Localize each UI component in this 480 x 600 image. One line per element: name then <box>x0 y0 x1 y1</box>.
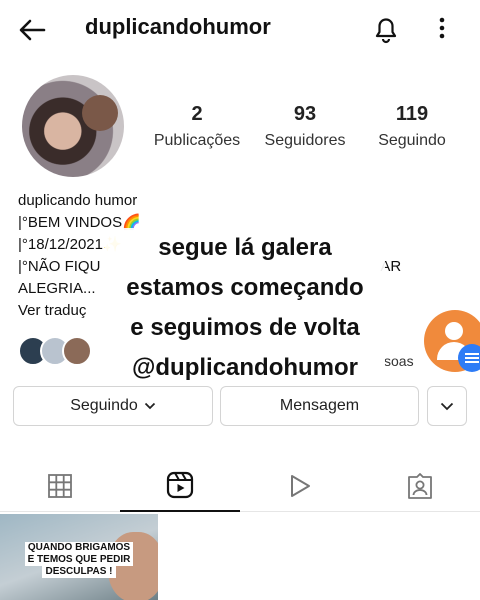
posts-label: Publicações <box>153 132 241 149</box>
thumbnail-caption-line-3: DESCULPAS ! <box>42 566 116 578</box>
following-button-label: Seguindo <box>70 397 138 414</box>
tab-tagged[interactable] <box>360 460 480 512</box>
bio-line-3-start: |°NÃO FIQU <box>18 258 101 275</box>
bio-name: duplicando humor <box>18 192 138 209</box>
thumbnail-caption-line-1: QUANDO BRIGAMOS <box>24 542 134 554</box>
thumbnail-caption-line-2: E TEMOS QUE PEDIR <box>24 554 134 566</box>
reels-icon <box>166 471 194 499</box>
overlay-line-3: e seguimos de volta <box>105 308 385 348</box>
tab-reels[interactable] <box>120 460 240 512</box>
arrow-left-icon[interactable] <box>16 14 48 46</box>
following-button[interactable]: Seguindo <box>13 386 213 426</box>
overlay-line-1: segue lá galera <box>105 228 385 268</box>
profile-avatar[interactable] <box>22 75 124 177</box>
thumbnail-caption: QUANDO BRIGAMOS E TEMOS QUE PEDIR DESCUL… <box>24 542 134 578</box>
top-bar: duplicandohumor <box>0 0 480 58</box>
followers-label: Seguidores <box>264 132 346 149</box>
chevron-down-icon <box>440 402 454 410</box>
avatar-second-face <box>82 95 118 131</box>
overlay-line-4: @duplicandohumor <box>105 348 385 388</box>
message-button-label: Mensagem <box>279 397 360 414</box>
stat-following[interactable]: 119 Seguindo <box>372 103 452 150</box>
following-count: 119 <box>395 103 429 125</box>
chevron-down-icon <box>144 402 155 410</box>
person-head-icon <box>445 322 463 340</box>
profile-username: duplicandohumor <box>85 14 271 39</box>
profile-tabs <box>0 460 480 512</box>
more-vertical-icon[interactable] <box>432 14 452 44</box>
chat-lines-icon <box>465 353 479 355</box>
grid-icon <box>48 474 72 498</box>
followers-count: 93 <box>293 103 317 125</box>
mutual-followers-text[interactable]: soas <box>384 353 414 369</box>
chat-icon[interactable] <box>458 344 480 372</box>
mutual-avatar <box>62 336 92 366</box>
play-icon <box>291 475 310 497</box>
following-label: Seguindo <box>378 132 446 149</box>
tagged-icon <box>408 473 432 499</box>
stat-followers[interactable]: 93 Seguidores <box>260 103 350 150</box>
caption-overlay: segue lá galera estamos começando e segu… <box>105 228 385 388</box>
overlay-line-2: estamos começando <box>105 268 385 308</box>
message-button[interactable]: Mensagem <box>220 386 419 426</box>
suggested-accounts-button[interactable] <box>427 386 467 426</box>
reel-thumbnail[interactable]: QUANDO BRIGAMOS E TEMOS QUE PEDIR DESCUL… <box>0 514 158 600</box>
stat-posts[interactable]: 2 Publicações <box>150 103 244 150</box>
tab-posts-grid[interactable] <box>0 460 120 512</box>
tab-videos[interactable] <box>240 460 360 512</box>
bell-icon[interactable] <box>372 14 400 44</box>
mutual-followers[interactable] <box>18 336 118 368</box>
posts-count: 2 <box>191 103 203 125</box>
